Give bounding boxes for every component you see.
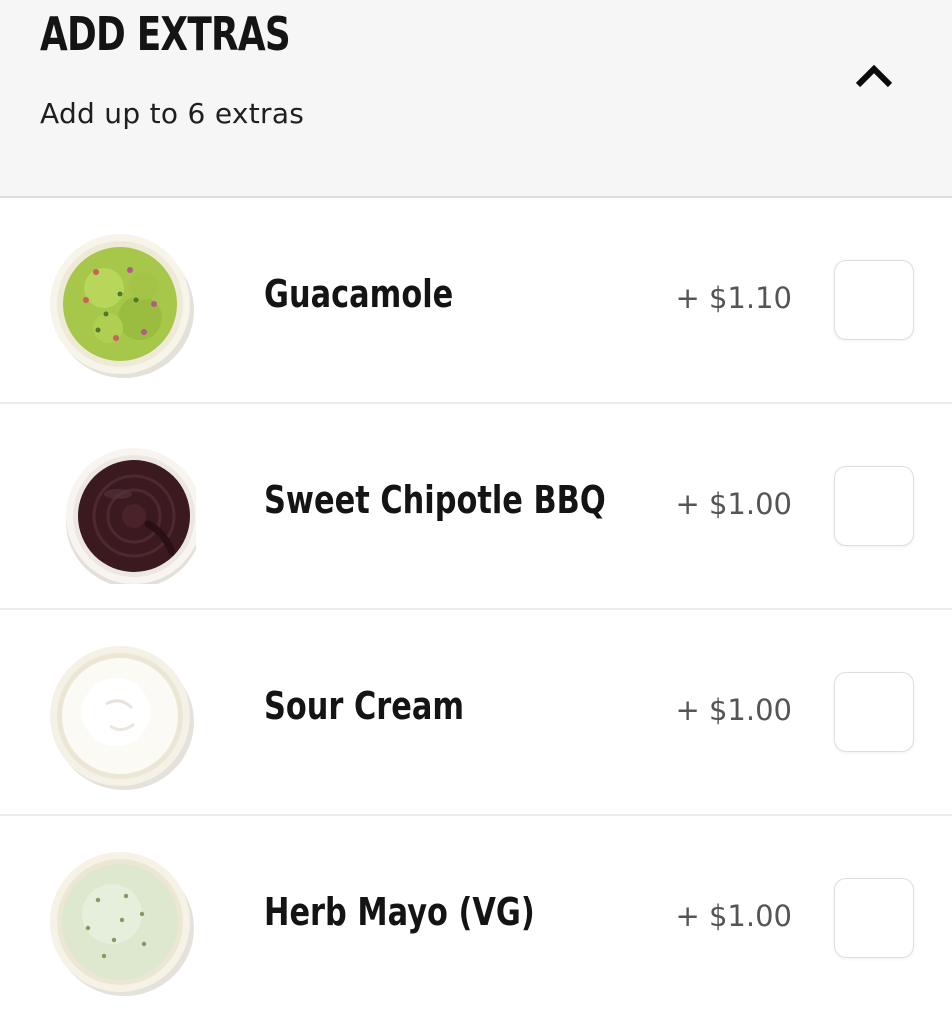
- chevron-up-icon: [855, 64, 893, 88]
- item-price: + $1.00: [675, 487, 792, 521]
- item-price: + $1.00: [675, 693, 792, 727]
- guacamole-checkbox[interactable]: [834, 260, 914, 340]
- extras-list: Guacamole + $1.10 Sweet Chipotle BBQ + $…: [0, 198, 952, 1022]
- list-item-herb-mayo[interactable]: Herb Mayo (VG) + $1.00: [0, 816, 952, 1022]
- item-price: + $1.10: [675, 281, 792, 315]
- collapse-toggle-button[interactable]: [846, 52, 902, 100]
- section-subtitle: Add up to 6 extras: [40, 97, 305, 130]
- extras-section-header[interactable]: ADD EXTRAS Add up to 6 extras: [0, 0, 952, 198]
- herb-mayo-checkbox[interactable]: [834, 878, 914, 958]
- item-name: Guacamole: [264, 272, 454, 316]
- item-name: Sweet Chipotle BBQ: [264, 478, 606, 522]
- sweet-chipotle-bbq-checkbox[interactable]: [834, 466, 914, 546]
- section-title: ADD EXTRAS: [40, 7, 291, 61]
- item-price: + $1.00: [675, 899, 792, 933]
- sour-cream-checkbox[interactable]: [834, 672, 914, 752]
- list-item-guacamole[interactable]: Guacamole + $1.10: [0, 198, 952, 404]
- guacamole-image: [50, 234, 194, 378]
- list-item-sour-cream[interactable]: Sour Cream + $1.00: [0, 610, 952, 816]
- herb-mayo-image: [50, 852, 194, 996]
- item-name: Herb Mayo (VG): [264, 890, 535, 934]
- list-item-sweet-chipotle-bbq[interactable]: Sweet Chipotle BBQ + $1.00: [0, 404, 952, 610]
- sour-cream-image: [50, 646, 194, 790]
- bbq-sauce-image: [66, 448, 196, 584]
- item-name: Sour Cream: [264, 684, 465, 728]
